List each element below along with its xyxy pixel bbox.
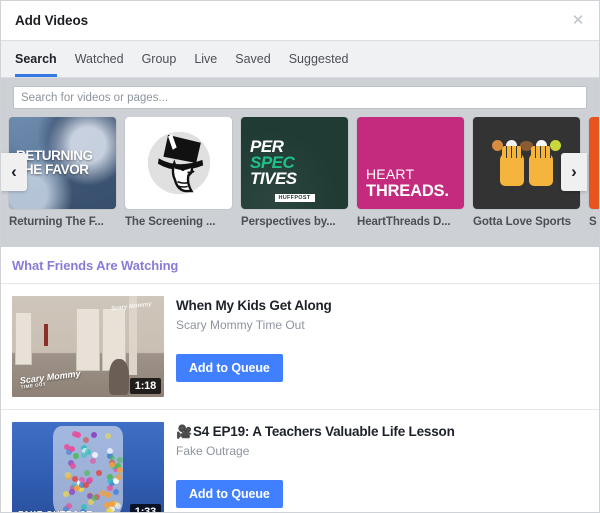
child-figure xyxy=(109,359,129,395)
add-videos-dialog: Add Videos ✕ Search Watched Group Live S… xyxy=(0,0,600,513)
chevron-left-icon[interactable]: ‹ xyxy=(1,153,27,191)
bead xyxy=(90,458,96,464)
tab-group[interactable]: Group xyxy=(133,41,186,77)
watermark-text: FAKE OUTRAGE xyxy=(18,509,93,512)
carousel-caption: Returning The F... xyxy=(9,216,116,228)
video-info: 🎥S4 EP19: A Teachers Valuable Life Lesso… xyxy=(176,422,588,512)
bead xyxy=(83,482,89,488)
carousel-caption: The Screening ... xyxy=(125,216,232,228)
add-to-queue-button[interactable]: Add to Queue xyxy=(176,354,283,382)
bead xyxy=(107,448,113,454)
carousel-thumbnail-partial[interactable] xyxy=(589,117,599,209)
tab-live[interactable]: Live xyxy=(185,41,226,77)
friends-section-header: What Friends Are Watching xyxy=(1,247,599,284)
video-info: When My Kids Get Along Scary Mommy Time … xyxy=(176,296,588,397)
wall-object xyxy=(44,324,49,346)
overlay-line-1: HEART xyxy=(366,167,449,181)
page-carousel: RETURNING THE FAVOR Returning The F... T… xyxy=(1,117,599,247)
carousel-caption: S xyxy=(589,216,599,228)
overlay-line-2: THREADS. xyxy=(366,183,449,200)
tennis-ball-icon xyxy=(550,140,561,151)
bead xyxy=(91,432,97,438)
carousel-caption: Perspectives by... xyxy=(241,216,348,228)
dialog-header: Add Videos ✕ xyxy=(1,1,599,41)
list-item[interactable]: FAKE OUTRAGE 1:33 🎥S4 EP19: A Teachers V… xyxy=(1,410,599,512)
bead xyxy=(81,452,87,458)
door-shape xyxy=(76,308,100,371)
door-shape xyxy=(15,312,32,365)
tab-bar: Search Watched Group Live Saved Suggeste… xyxy=(1,41,599,78)
bead xyxy=(105,433,111,439)
video-duration: 1:18 xyxy=(130,378,161,394)
bead xyxy=(104,502,110,508)
tab-label: Watched xyxy=(75,52,124,66)
watermark-logo: Scary Mommy TIME OUT xyxy=(19,370,81,391)
bead xyxy=(113,489,119,495)
carousel-caption: Gotta Love Sports xyxy=(473,216,580,228)
bead xyxy=(105,492,111,498)
bead xyxy=(106,508,112,512)
carousel-thumbnail-heartthreads[interactable]: HEART THREADS. xyxy=(357,117,464,209)
huffpost-badge: HUFFPOST xyxy=(274,194,314,202)
bead xyxy=(69,446,75,452)
video-duration: 1:33 xyxy=(130,504,161,512)
close-icon[interactable]: ✕ xyxy=(567,10,589,32)
bead xyxy=(107,478,113,484)
search-input[interactable] xyxy=(13,86,587,109)
carousel-item[interactable]: The Screening ... xyxy=(125,117,232,228)
list-item[interactable]: Scary Mommy TIME OUT Scary Mommy 1:18 Wh… xyxy=(1,284,599,410)
raised-hands-icon xyxy=(500,153,553,186)
tab-label: Suggested xyxy=(289,52,349,66)
tab-search[interactable]: Search xyxy=(15,41,66,77)
bead xyxy=(83,437,89,443)
video-page-name[interactable]: Fake Outrage xyxy=(176,444,588,458)
bead xyxy=(70,463,76,469)
tab-watched[interactable]: Watched xyxy=(66,41,133,77)
carousel-thumbnail-perspectives[interactable]: PER SPEC TIVES HUFFPOST xyxy=(241,117,348,209)
chevron-right-icon[interactable]: › xyxy=(561,153,587,191)
video-thumbnail[interactable]: Scary Mommy TIME OUT Scary Mommy 1:18 xyxy=(12,296,164,397)
bead xyxy=(117,467,123,473)
tab-label: Group xyxy=(142,52,177,66)
bead xyxy=(84,470,90,476)
bead xyxy=(91,495,97,501)
video-list: Scary Mommy TIME OUT Scary Mommy 1:18 Wh… xyxy=(1,284,599,512)
video-page-name[interactable]: Scary Mommy Time Out xyxy=(176,318,588,332)
hand-right-icon xyxy=(529,153,553,186)
bead xyxy=(92,452,98,458)
bead xyxy=(63,491,69,497)
carousel-caption: HeartThreads D... xyxy=(357,216,464,228)
bead xyxy=(115,503,121,509)
carousel-item[interactable]: PER SPEC TIVES HUFFPOST Perspectives by.… xyxy=(241,117,348,228)
video-title[interactable]: 🎥S4 EP19: A Teachers Valuable Life Lesso… xyxy=(176,424,588,440)
beads-decoration xyxy=(12,422,164,512)
overlay-line-3: TIVES xyxy=(250,169,297,188)
carousel-track: RETURNING THE FAVOR Returning The F... T… xyxy=(1,117,599,228)
tab-saved[interactable]: Saved xyxy=(226,41,279,77)
add-to-queue-button[interactable]: Add to Queue xyxy=(176,480,283,508)
carousel-item[interactable]: S xyxy=(589,117,599,228)
video-title[interactable]: When My Kids Get Along xyxy=(176,298,588,314)
section-title: What Friends Are Watching xyxy=(12,258,588,273)
bead xyxy=(100,490,106,496)
tab-label: Search xyxy=(15,52,57,66)
page-title: Add Videos xyxy=(15,13,88,28)
bead xyxy=(116,474,122,480)
movie-camera-icon: 🎥 xyxy=(176,424,192,439)
search-bar-region xyxy=(1,78,599,117)
top-hat-man-icon xyxy=(140,124,218,202)
thumbnail-overlay-text: PER SPEC TIVES xyxy=(241,139,348,187)
tab-label: Saved xyxy=(235,52,270,66)
carousel-item[interactable]: HEART THREADS. HeartThreads D... xyxy=(357,117,464,228)
tab-suggested[interactable]: Suggested xyxy=(280,41,358,77)
thumbnail-overlay-text: HEART THREADS. xyxy=(357,167,449,210)
bead xyxy=(96,470,102,476)
overlay-line-1: RETURNING xyxy=(16,148,93,163)
hand-left-icon xyxy=(500,153,524,186)
bead xyxy=(73,453,79,459)
video-thumbnail[interactable]: FAKE OUTRAGE 1:33 xyxy=(12,422,164,512)
video-title-text: S4 EP19: A Teachers Valuable Life Lesson xyxy=(193,424,455,439)
tab-label: Live xyxy=(194,52,217,66)
carousel-thumbnail-the-screening-room[interactable] xyxy=(125,117,232,209)
